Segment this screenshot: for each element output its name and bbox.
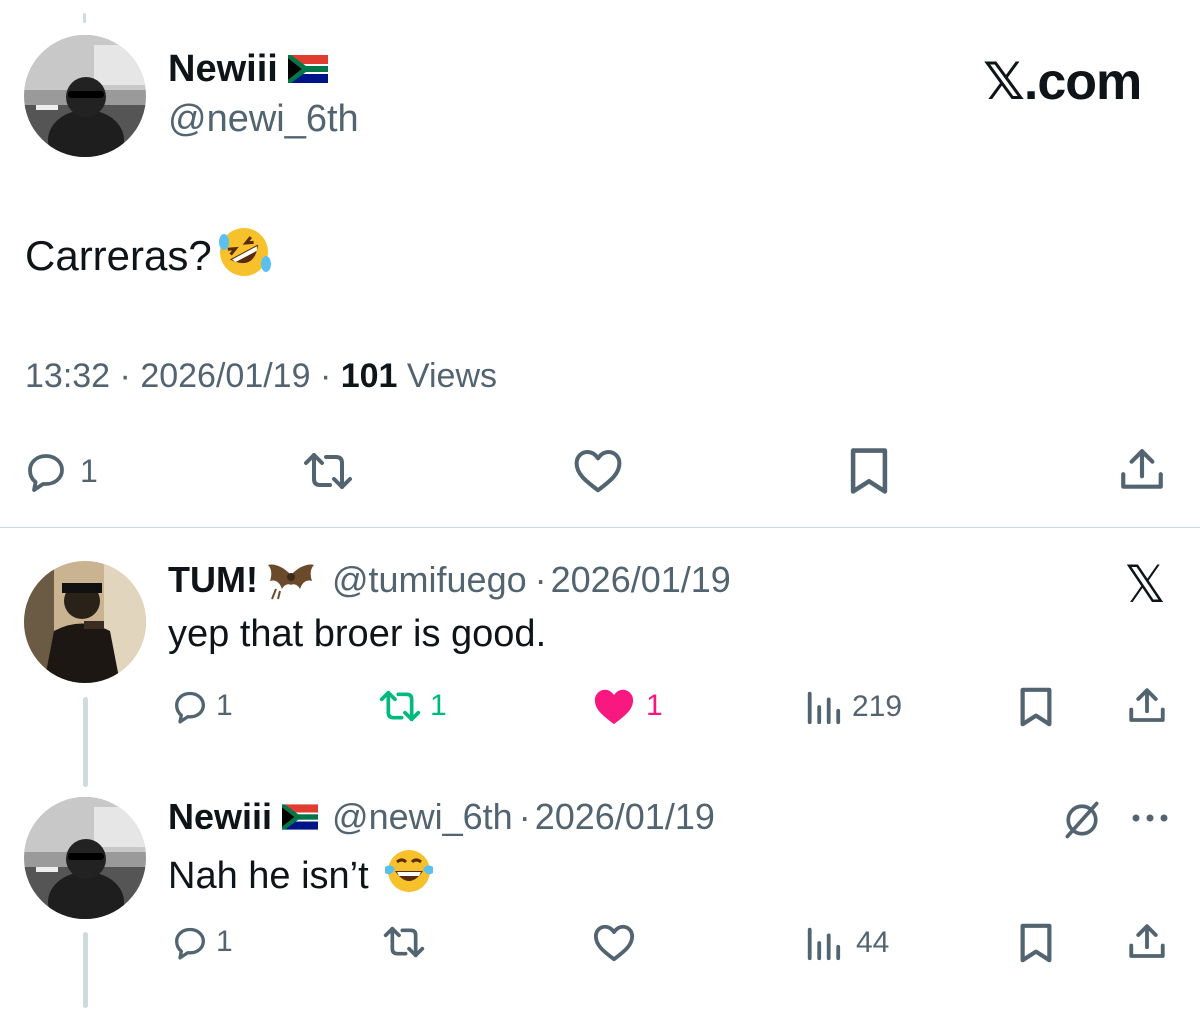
avatar[interactable] bbox=[24, 561, 146, 683]
retweet-count: 1 bbox=[430, 689, 447, 722]
author-handle[interactable]: @tumifuego bbox=[332, 559, 527, 601]
author-name[interactable]: Newiii bbox=[168, 796, 272, 838]
avatar[interactable] bbox=[24, 35, 146, 157]
share-button[interactable] bbox=[1116, 445, 1168, 495]
separator: · bbox=[119, 357, 131, 395]
reply-count: 1 bbox=[216, 925, 233, 958]
author-handle[interactable]: @newi_6th bbox=[168, 98, 359, 141]
reply-icon bbox=[22, 447, 70, 495]
separator: · bbox=[534, 559, 547, 600]
author-handle[interactable]: @newi_6th bbox=[332, 796, 513, 838]
tweet-time[interactable]: 13:32 bbox=[25, 357, 110, 395]
like-button[interactable] bbox=[591, 921, 637, 963]
like-count: 1 bbox=[646, 689, 663, 722]
reply-count: 1 bbox=[80, 452, 98, 489]
rolling-on-floor-laughing-emoji-icon bbox=[216, 224, 272, 288]
views-count: 101 bbox=[340, 357, 398, 395]
face-with-tears-of-joy-emoji-icon bbox=[383, 847, 435, 905]
bookmark-button[interactable] bbox=[1016, 922, 1056, 964]
reply-icon bbox=[170, 686, 210, 726]
bookmark-button[interactable] bbox=[846, 446, 892, 496]
reply-button[interactable]: 1 bbox=[170, 686, 233, 726]
retweet-button[interactable] bbox=[380, 922, 428, 962]
reply-button[interactable]: 1 bbox=[22, 447, 98, 495]
share-button[interactable] bbox=[1126, 921, 1168, 963]
author-name[interactable]: Newiii bbox=[168, 48, 278, 91]
retweet-button[interactable] bbox=[300, 447, 356, 495]
heart-filled-icon bbox=[590, 685, 638, 727]
reply-date[interactable]: 2026/01/19 bbox=[535, 796, 715, 838]
avatar[interactable] bbox=[24, 797, 146, 919]
like-button[interactable]: 1 bbox=[590, 685, 663, 727]
retweet-icon bbox=[376, 686, 424, 726]
reply-text: yep that broer is good. bbox=[168, 613, 547, 655]
views-label: Views bbox=[406, 357, 498, 395]
separator: · bbox=[319, 357, 332, 395]
retweet-button[interactable]: 1 bbox=[376, 686, 447, 726]
reply-date[interactable]: 2026/01/19 bbox=[551, 559, 731, 601]
like-button[interactable] bbox=[571, 445, 625, 495]
south-africa-flag-icon bbox=[282, 804, 319, 830]
separator: · bbox=[518, 796, 531, 837]
views-button[interactable]: 219 bbox=[804, 688, 902, 726]
reply-icon bbox=[170, 922, 210, 962]
views-button[interactable]: 44 bbox=[804, 924, 889, 962]
tweet-text: Carreras? bbox=[25, 232, 212, 279]
reply-count: 1 bbox=[216, 689, 233, 722]
author-name[interactable]: TUM! bbox=[168, 559, 258, 601]
reply-button[interactable]: 1 bbox=[170, 922, 233, 962]
tweet-date[interactable]: 2026/01/19 bbox=[140, 357, 310, 395]
views-count: 219 bbox=[852, 690, 903, 723]
divider bbox=[0, 527, 1200, 528]
south-africa-flag-icon bbox=[287, 55, 328, 83]
views-bar-chart-icon bbox=[804, 688, 842, 726]
views-bar-chart-icon bbox=[804, 924, 842, 962]
more-options-icon[interactable] bbox=[1130, 808, 1170, 828]
views-count: 44 bbox=[856, 926, 890, 959]
thread-line bbox=[83, 932, 88, 1008]
grok-slash-circle-icon[interactable] bbox=[1060, 798, 1104, 842]
thread-line bbox=[83, 697, 88, 787]
bookmark-button[interactable] bbox=[1016, 686, 1056, 728]
bat-emoji-icon bbox=[266, 559, 316, 601]
reply-text: Nah he isn’t bbox=[168, 854, 369, 897]
thread-line-top bbox=[83, 13, 86, 23]
share-button[interactable] bbox=[1126, 685, 1168, 727]
x-com-watermark: 𝕏.com bbox=[983, 53, 1142, 111]
x-logo-icon[interactable]: 𝕏 bbox=[1124, 555, 1166, 615]
